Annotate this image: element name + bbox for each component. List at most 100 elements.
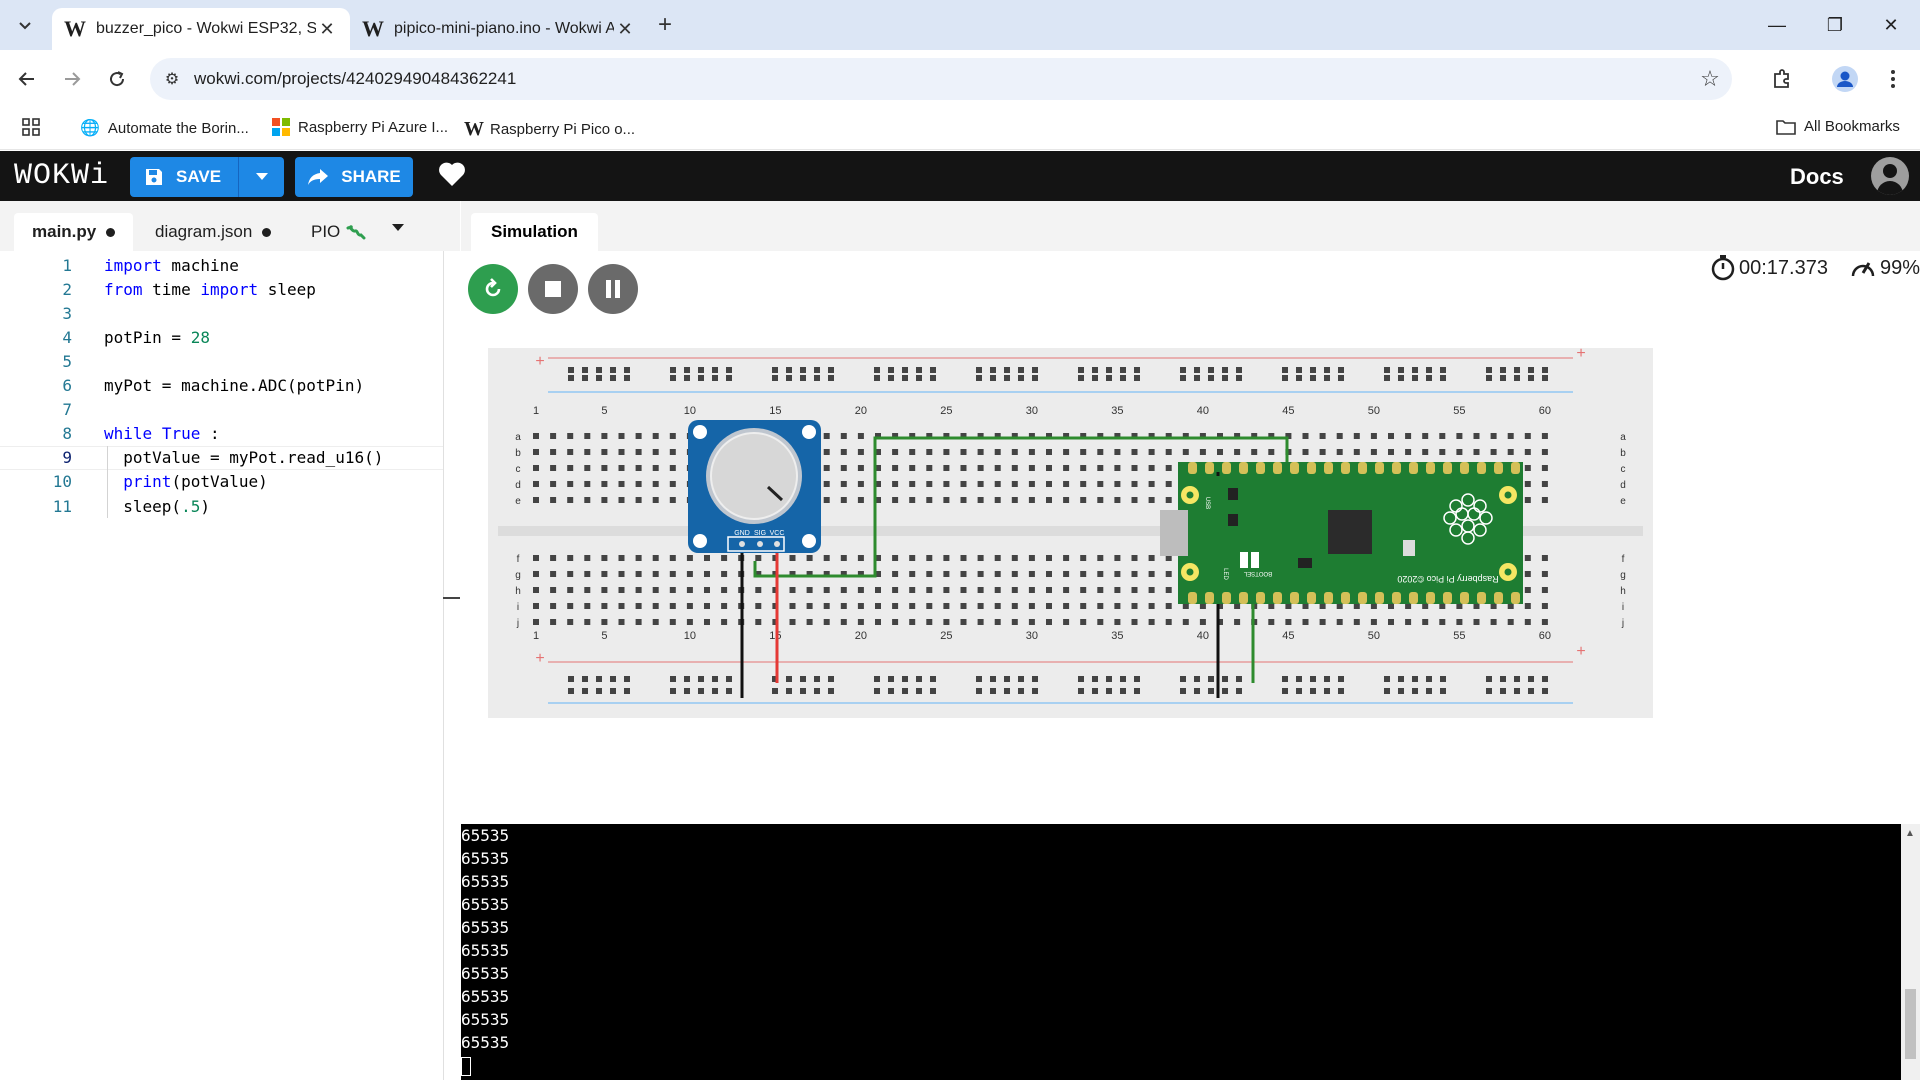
bootsel-button[interactable] bbox=[1251, 552, 1259, 568]
profile-button[interactable] bbox=[1828, 62, 1862, 96]
rail-hole bbox=[1310, 367, 1316, 373]
address-bar[interactable]: ⚙ wokwi.com/projects/424029490484362241 … bbox=[150, 58, 1732, 100]
breadboard-hole bbox=[1114, 571, 1121, 577]
code-line[interactable]: 6 myPot = machine.ADC(potPin) bbox=[0, 374, 443, 398]
stop-simulation-button[interactable] bbox=[528, 264, 578, 314]
browser-tab-active[interactable]: W buzzer_pico - Wokwi ESP32, STM32 ✕ bbox=[52, 8, 350, 50]
code-line[interactable]: 1 import machine bbox=[0, 253, 443, 277]
code-line[interactable]: 8 while True : bbox=[0, 422, 443, 446]
code-line[interactable]: 2 from time import sleep bbox=[0, 277, 443, 301]
apps-button[interactable] bbox=[22, 118, 40, 136]
heart-icon[interactable] bbox=[438, 161, 466, 194]
gpio-pin bbox=[1409, 592, 1418, 604]
url-text[interactable]: wokwi.com/projects/424029490484362241 bbox=[194, 69, 1688, 89]
breadboard-hole bbox=[1046, 497, 1052, 503]
breadboard-hole bbox=[1336, 449, 1343, 455]
browser-tab[interactable]: W pipico-mini-piano.ino - Wokwi Ard ✕ bbox=[350, 8, 648, 50]
breadboard-hole bbox=[652, 555, 659, 561]
breadboard-hole bbox=[584, 465, 591, 471]
code-text: sleep(.5) bbox=[72, 497, 210, 516]
gpio-pin bbox=[1324, 592, 1333, 604]
serial-output[interactable]: 65535 65535 65535 65535 65535 65535 65535 65535… bbox=[461, 824, 1901, 1080]
save-button[interactable]: SAVE bbox=[130, 157, 284, 197]
elapsed-time: 00:17.373 bbox=[1739, 256, 1828, 279]
restore-button[interactable]: ❐ bbox=[1806, 0, 1864, 50]
rail-hole bbox=[874, 676, 880, 682]
gpio-pin bbox=[1307, 592, 1316, 604]
pause-simulation-button[interactable] bbox=[588, 264, 638, 314]
led-label: LED bbox=[1222, 568, 1228, 580]
save-dropdown-button[interactable] bbox=[238, 157, 284, 197]
code-line[interactable]: 3 bbox=[0, 301, 443, 325]
code-line[interactable]: 10 print(potValue) bbox=[0, 470, 443, 494]
extensions-button[interactable] bbox=[1765, 62, 1799, 96]
bookmark-star-icon[interactable]: ☆ bbox=[1688, 66, 1732, 92]
serial-monitor[interactable]: 65535 65535 65535 65535 65535 65535 65535 65535… bbox=[461, 824, 1920, 1080]
code-area[interactable]: 1 import machine 2 from time import sleep 3 4… bbox=[0, 251, 443, 1080]
breadboard-hole bbox=[1524, 555, 1531, 561]
scrollbar-thumb[interactable] bbox=[1905, 989, 1916, 1059]
breadboard-hole bbox=[721, 555, 728, 561]
forward-button[interactable] bbox=[55, 62, 89, 96]
tab-main-py[interactable]: main.py bbox=[14, 213, 134, 251]
editor-scrollbar[interactable] bbox=[443, 251, 460, 1080]
breadboard-diagram[interactable]: + ++ +115510101515202025253030353540404545… bbox=[488, 348, 1653, 718]
all-bookmarks-button[interactable]: All Bookmarks bbox=[1776, 118, 1900, 135]
tab-pio[interactable]: PIO bbox=[293, 213, 384, 251]
tab-simulation[interactable]: Simulation bbox=[471, 213, 598, 251]
tab-menu-dropdown[interactable] bbox=[392, 221, 404, 235]
breadboard-hole bbox=[1131, 587, 1138, 593]
user-avatar[interactable] bbox=[1871, 157, 1909, 195]
code-token: import bbox=[104, 255, 162, 275]
row-letter: e bbox=[1620, 496, 1626, 507]
breadboard-hole bbox=[1541, 497, 1548, 503]
restart-simulation-button[interactable] bbox=[468, 264, 518, 314]
code-line[interactable]: 7 bbox=[0, 398, 443, 422]
tab-diagram-json[interactable]: diagram.json bbox=[137, 213, 289, 251]
wokwi-logo[interactable]: WOKWi bbox=[14, 159, 109, 193]
rail-hole bbox=[1486, 676, 1492, 682]
scroll-up-icon[interactable]: ▲ bbox=[1905, 828, 1915, 839]
breadboard-hole bbox=[1422, 619, 1429, 625]
rail-hole bbox=[1324, 375, 1330, 381]
minimize-button[interactable]: — bbox=[1748, 0, 1806, 50]
row-letter: c bbox=[1621, 464, 1626, 475]
breadboard-hole bbox=[1028, 587, 1035, 593]
bookmark-item[interactable]: Raspberry Pi Azure I... bbox=[272, 118, 448, 136]
close-tab-icon[interactable]: ✕ bbox=[614, 19, 636, 40]
code-line[interactable]: 9 potValue = myPot.read_u16() bbox=[0, 445, 443, 470]
reload-button[interactable] bbox=[100, 62, 134, 96]
browser-menu-button[interactable] bbox=[1876, 62, 1910, 96]
breadboard-hole bbox=[1011, 497, 1018, 503]
potentiometer-knob[interactable] bbox=[710, 432, 798, 520]
breadboard-hole bbox=[1473, 433, 1480, 439]
breadboard-hole bbox=[892, 555, 899, 561]
back-button[interactable] bbox=[10, 62, 44, 96]
serial-scrollbar[interactable]: ▲ bbox=[1901, 824, 1920, 1080]
breadboard-hole bbox=[840, 587, 847, 593]
close-window-button[interactable]: ✕ bbox=[1862, 0, 1920, 50]
rail-hole bbox=[772, 688, 778, 694]
bookmark-item[interactable]: W Raspberry Pi Pico o... bbox=[464, 118, 635, 141]
code-line[interactable]: 5 bbox=[0, 349, 443, 373]
rail-hole bbox=[1106, 367, 1112, 373]
breadboard-hole bbox=[1319, 449, 1326, 455]
unsaved-dot-icon bbox=[106, 227, 116, 237]
share-button[interactable]: SHARE bbox=[295, 157, 413, 197]
code-line[interactable]: 11 sleep(.5) bbox=[0, 494, 443, 518]
breadboard-hole bbox=[1114, 449, 1121, 455]
serial-input-line[interactable] bbox=[461, 1054, 1901, 1077]
serial-line: 65535 bbox=[461, 964, 510, 983]
bookmark-item[interactable]: 🌐 Automate the Borin... bbox=[80, 118, 249, 138]
breadboard-hole bbox=[1114, 465, 1121, 471]
docs-link[interactable]: Docs bbox=[1790, 164, 1844, 190]
close-tab-icon[interactable]: ✕ bbox=[316, 19, 338, 40]
site-info-icon[interactable]: ⚙ bbox=[150, 69, 194, 89]
new-tab-button[interactable]: + bbox=[650, 10, 680, 40]
tab-search-button[interactable] bbox=[10, 10, 40, 40]
code-line[interactable]: 4 potPin = 28 bbox=[0, 325, 443, 349]
serial-line: 65535 bbox=[461, 941, 510, 960]
breadboard-hole bbox=[823, 619, 830, 625]
bootsel-button[interactable] bbox=[1240, 552, 1248, 568]
rail-hole bbox=[1528, 375, 1534, 381]
